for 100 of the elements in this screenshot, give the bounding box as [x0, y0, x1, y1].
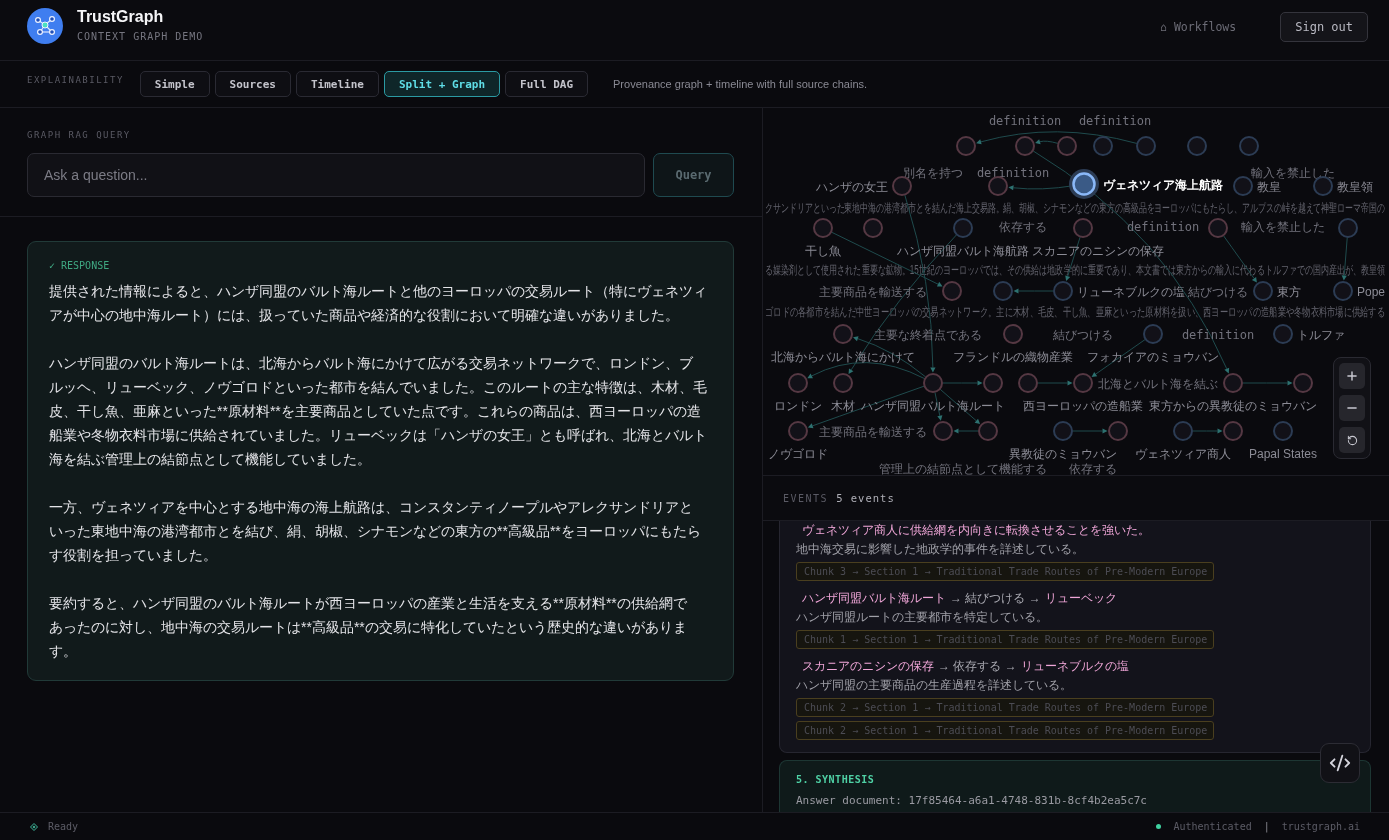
graph-node[interactable]	[1187, 136, 1207, 156]
source-chunk[interactable]: Chunk 2 → Section 1 → Traditional Trade Routes of Pre-Modern Europe	[796, 698, 1214, 717]
graph-node[interactable]	[923, 373, 943, 393]
graph-node[interactable]	[1239, 136, 1259, 156]
graph-node[interactable]	[988, 176, 1008, 196]
reset-view-button[interactable]	[1339, 427, 1365, 453]
node-label: ヴェネツィア海上航路	[1103, 177, 1223, 192]
response-paragraph: 提供された情報によると、ハンザ同盟のバルト海ルートと他のヨーロッパの交易ルート（特にヴェネツィアが中心の地中海ルート）には、扱っていた商品や経済的な役割において明確な違いがありました。	[49, 282, 708, 325]
node-label: Papal States	[1249, 446, 1317, 461]
graph-node[interactable]	[1053, 281, 1073, 301]
graph-node[interactable]	[1223, 373, 1243, 393]
node-label: ロンドン	[774, 398, 822, 413]
graph-node[interactable]	[1015, 136, 1035, 156]
node-label: 東方	[1277, 284, 1301, 299]
edge-label: 依存する	[1069, 461, 1117, 475]
mode-tab[interactable]: Timeline	[295, 71, 379, 97]
mode-tab[interactable]: Simple	[139, 71, 210, 97]
response-label: ✓ RESPONSE	[49, 259, 110, 273]
graph-node[interactable]	[1053, 421, 1073, 441]
graph-node[interactable]	[1273, 421, 1293, 441]
code-button[interactable]	[1320, 743, 1360, 783]
graph-node[interactable]	[1073, 218, 1093, 238]
node-description: ゴロドの各都市を結んだ中世ヨーロッパの交易ネットワーク。主に木材、毛皮、干し魚、亜麻といった原材料を扱い、西ヨーロッパの造船業や冬物衣料市場に供給する	[765, 305, 1385, 319]
section-label: EXPLAINABILITY	[27, 74, 124, 85]
site-link[interactable]: trustgraph.ai	[1281, 821, 1360, 832]
events-label: EVENTS	[783, 492, 829, 504]
graph-node[interactable]	[1018, 373, 1038, 393]
node-description: クサンドリアといった東地中海の港湾都市とを結んだ海上交易路。絹、胡椒、シナモンなどの東方の高級品をヨーロッパにもたらし、アルプスの峠を越えて神聖ローマ帝国の	[765, 201, 1385, 215]
edge-label: 依存する	[999, 219, 1047, 234]
graph-node[interactable]	[788, 373, 808, 393]
graph-node[interactable]	[1338, 218, 1358, 238]
graph-node[interactable]	[1108, 421, 1128, 441]
edge-label: definition	[976, 165, 1050, 180]
node-label: フランドルの織物産業	[953, 349, 1073, 364]
node-label: 干し魚	[805, 243, 841, 258]
edge-label: 別名を持つ	[903, 165, 963, 180]
graph-node[interactable]	[1069, 169, 1099, 199]
graph-node[interactable]	[833, 373, 853, 393]
edge-label: definition	[988, 113, 1062, 128]
graph-edge	[1192, 428, 1223, 434]
graph-node[interactable]	[1293, 373, 1313, 393]
node-label: スカニアのニシンの保存	[1032, 243, 1164, 258]
question-input[interactable]: Ask a question...	[27, 153, 645, 197]
graph-node[interactable]	[813, 218, 833, 238]
graph-node[interactable]	[863, 218, 883, 238]
node-label: ハンザの女王	[816, 179, 888, 194]
graph-node[interactable]	[983, 373, 1003, 393]
graph-node[interactable]	[1208, 218, 1228, 238]
source-chunk[interactable]: Chunk 2 → Section 1 → Traditional Trade Routes of Pre-Modern Europe	[796, 721, 1214, 740]
diamond-icon	[30, 822, 38, 831]
graph-node[interactable]	[1173, 421, 1193, 441]
sign-out-button[interactable]: Sign out	[1280, 11, 1368, 42]
graph-node[interactable]	[1003, 324, 1023, 344]
node-label: 北海からバルト海にかけて	[771, 349, 915, 364]
mode-tab[interactable]: Split + Graph	[383, 71, 501, 97]
node-label: 異教徒のミョウバン	[1009, 446, 1117, 461]
graph-node[interactable]	[1233, 176, 1253, 196]
workflows-link[interactable]: ⌂ Workflows	[1160, 20, 1237, 34]
code-icon	[1329, 752, 1351, 774]
edge-label: 結びつける	[1053, 327, 1113, 342]
graph-node[interactable]	[788, 421, 808, 441]
node-label: ハンザ同盟バルト海航路	[897, 243, 1029, 258]
entity-text: ヴェネツィア商人に供給網を内向きに転換させることを強いた。	[802, 522, 1150, 539]
mode-tab[interactable]: Sources	[214, 71, 291, 97]
zoom-out-button[interactable]	[1339, 395, 1365, 421]
status-text: Ready	[48, 821, 79, 832]
graph-node[interactable]	[1093, 136, 1113, 156]
graph-node[interactable]	[1057, 136, 1077, 156]
graph-node[interactable]	[993, 281, 1013, 301]
zoom-in-button[interactable]	[1339, 363, 1365, 389]
source-chunk[interactable]: Chunk 3 → Section 1 → Traditional Trade Routes of Pre-Modern Europe	[796, 562, 1214, 581]
graph-node[interactable]	[978, 421, 998, 441]
graph-node[interactable]	[1143, 324, 1163, 344]
event-description: ハンザ同盟の主要商品の生産過程を詳述している。	[796, 677, 1072, 694]
edge-label: definition	[1126, 219, 1200, 234]
graph-node[interactable]	[953, 218, 973, 238]
edge-label: 主要な終着点である	[874, 327, 982, 342]
event-description: ハンザ同盟ルートの主要都市を特定している。	[796, 609, 1048, 626]
graph-node[interactable]	[1136, 136, 1156, 156]
graph-node[interactable]	[942, 281, 962, 301]
graph-node[interactable]	[833, 324, 853, 344]
response-paragraph: ハンザ同盟のバルト海ルートは、北海からバルト海にかけて広がる交易ネットワークで、ロンドン、ブルッヘ、リューベック、ノヴゴロドといった都市を結んでいました。このルートの主な特徴は、木材、毛皮、干し魚、亜麻といった**原材料**を主要商品としていた点です。これらの商品は、西ヨーロッパの造船業や冬物衣料市場に供給されていました。リューベックは「ハンザの女王」とも呼ばれ、北海とバルト海を結ぶ管理上の結節点として機能していました。	[49, 354, 708, 469]
relation-text: → 依存する →	[938, 658, 1017, 675]
edge-label: 主要商品を輸送する	[819, 424, 927, 439]
graph-node[interactable]	[956, 136, 976, 156]
graph-edge	[1072, 428, 1108, 434]
graph-node[interactable]	[1223, 421, 1243, 441]
node-label: ノヴゴロド	[768, 446, 828, 461]
node-label: Pope	[1357, 284, 1386, 299]
graph-node[interactable]	[1333, 281, 1353, 301]
mode-description: Provenance graph + timeline with full source chains.	[613, 78, 868, 90]
app-subtitle: CONTEXT GRAPH DEMO	[77, 31, 204, 43]
graph-node[interactable]	[933, 421, 953, 441]
source-chunk[interactable]: Chunk 1 → Section 1 → Traditional Trade Routes of Pre-Modern Europe	[796, 630, 1214, 649]
graph-node[interactable]	[1073, 373, 1093, 393]
mode-tab[interactable]: Full DAG	[505, 71, 589, 97]
edge-label: 結びつける	[1188, 284, 1248, 299]
entity-text: リューネブルクの塩	[1020, 658, 1129, 675]
graph-node[interactable]	[1273, 324, 1293, 344]
graph-node[interactable]	[1253, 281, 1273, 301]
